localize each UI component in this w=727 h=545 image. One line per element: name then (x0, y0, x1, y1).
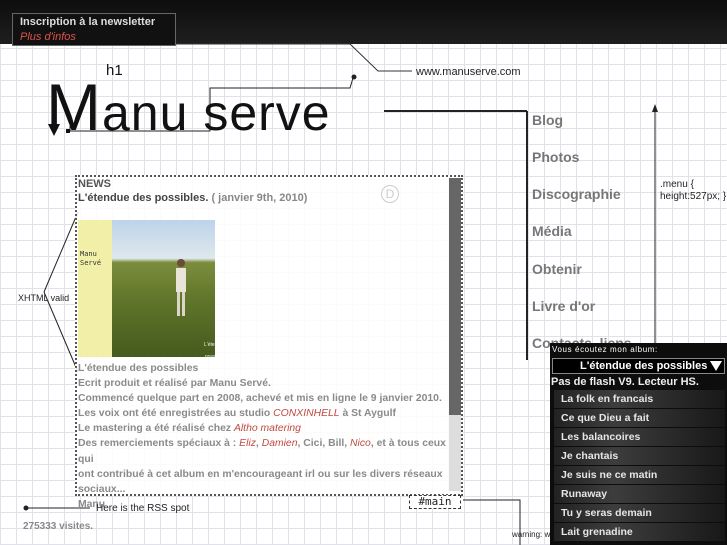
mastering-link[interactable]: Altho matering (234, 423, 301, 434)
body-text: à St Aygulf (339, 408, 396, 420)
dropdown-arrow-icon[interactable] (710, 361, 722, 371)
menu-css-note-line1: .menu { (660, 179, 694, 190)
main-id-tag: #main (409, 495, 461, 509)
news-body: L'étendue des possibles Ecrit produit et… (78, 361, 450, 512)
body-line: L'étendue des possibles (78, 363, 199, 374)
site-url[interactable]: www.manuserve.com (416, 66, 521, 78)
body-line: Le mastering a été réalisé chez Altho ma… (78, 421, 450, 436)
news-heading: L'étendue des possibles. ( janvier 9th, … (78, 192, 307, 204)
album-select[interactable]: L'étendue des possibles (552, 358, 725, 374)
body-line: ont contribué à cet album en m'encourage… (78, 468, 443, 480)
scrollbar-thumb[interactable] (449, 178, 461, 415)
body-text: Des remerciements spéciaux à : (78, 438, 240, 450)
track-item[interactable]: Runaway (554, 485, 725, 503)
cover-caption: L'étendue des possibles (204, 342, 215, 357)
body-line: Les voix ont été enregistrées au studio … (78, 406, 450, 421)
news-date: ( janvier 9th, 2010) (211, 192, 308, 204)
music-player: Vous écoutez mon album: L'étendue des po… (550, 343, 727, 545)
menu-item-photos[interactable]: Photos (532, 149, 579, 165)
logo-first-letter: M (46, 70, 102, 144)
news-title[interactable]: L'étendue des possibles. (78, 192, 208, 204)
logo-surname: serve (203, 85, 331, 141)
rss-spot-note[interactable]: Here is the RSS spot (96, 503, 189, 514)
cover-caption-line2: possibles (204, 354, 215, 357)
person-figure-icon (176, 259, 186, 316)
menu-item-media[interactable]: Média (532, 223, 572, 239)
menu-item-discographie[interactable]: Discographie (532, 186, 621, 202)
track-item[interactable]: Les balancoires (554, 428, 725, 446)
site-logo[interactable]: Manu serve (46, 74, 331, 141)
cover-artist-line2: Servé (80, 259, 102, 267)
track-item[interactable]: Ce que Dieu a fait (554, 409, 725, 427)
menu-item-obtenir[interactable]: Obtenir (532, 261, 582, 277)
cover-artist-name: Manu Servé (80, 250, 101, 268)
track-item[interactable]: Lait grenadine (554, 523, 725, 541)
menu-item-blog[interactable]: Blog (532, 112, 563, 128)
logo-h1-tag: h1 (106, 62, 123, 79)
news-label: NEWS (78, 178, 111, 190)
body-text: , Cici, Bill, (297, 438, 351, 450)
cover-caption-line1: L'étendue des (204, 342, 215, 348)
body-line: Des remerciements spéciaux à : Eliz, Dam… (78, 436, 450, 466)
track-item[interactable]: La folk en francais (554, 390, 725, 408)
track-item[interactable]: Tu y seras demain (554, 504, 725, 522)
body-line: Ecrit produit et réalisé par Manu Servé. (78, 378, 271, 390)
track-item[interactable]: Je chantais (554, 447, 725, 465)
album-cover-image[interactable]: Manu Servé L'étendue des possibles (78, 220, 215, 357)
cover-photo: L'étendue des possibles (112, 220, 215, 357)
menu-css-note: .menu { height:527px; } (660, 179, 726, 203)
flash-notice: Pas de flash V9. Lecteur HS. (551, 376, 699, 388)
album-select-value: L'étendue des possibles (580, 360, 708, 372)
body-text: Les voix ont été enregistrées au studio (78, 408, 274, 420)
menu-item-livre-dor[interactable]: Livre d'or (532, 298, 595, 314)
thanks-link-damien[interactable]: Damien (262, 438, 298, 449)
body-text: Le mastering a été réalisé chez (78, 423, 234, 435)
body-line: Commencé quelque part en 2008, achevé et… (78, 393, 442, 405)
d-mark-icon: D (381, 185, 399, 203)
thanks-link-nico[interactable]: Nico (350, 438, 371, 449)
menu-css-note-line2: height:527px; } (660, 191, 727, 202)
warning-note: warning: w (512, 530, 551, 539)
cover-artist-line1: Manu (80, 250, 97, 258)
player-header: Vous écoutez mon album: (552, 345, 658, 354)
body-line: sociaux... (78, 483, 126, 495)
logo-name-rest: anu (101, 85, 189, 141)
track-item[interactable]: Je suis ne ce matin (554, 466, 725, 484)
thanks-link-eliz[interactable]: Eliz (239, 438, 256, 449)
visit-counter: 275333 visites. (23, 521, 94, 532)
studio-link[interactable]: CONXINHELL (273, 408, 339, 419)
xhtml-valid-note[interactable]: XHTML valid (18, 293, 69, 303)
